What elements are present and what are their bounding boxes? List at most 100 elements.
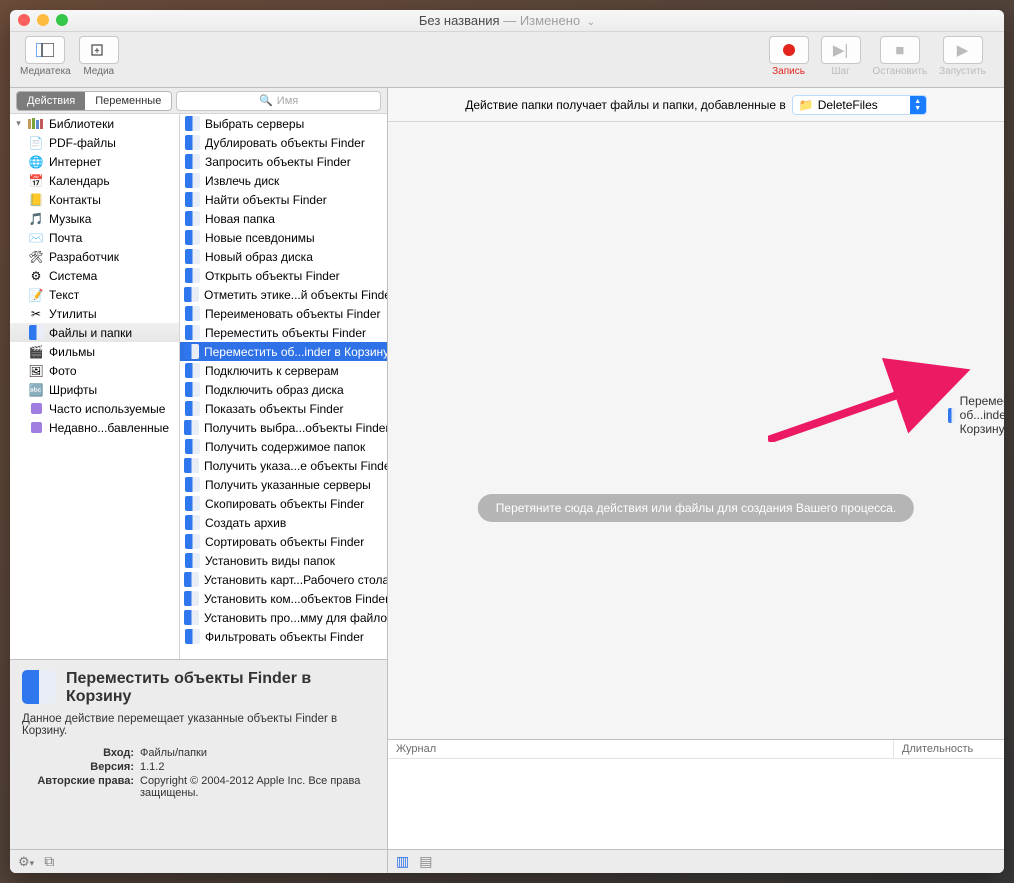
library-footer: ⚙▾ ⧉ xyxy=(10,849,387,873)
minimize-button[interactable] xyxy=(37,14,49,26)
close-button[interactable] xyxy=(18,14,30,26)
action-item[interactable]: Переименовать объекты Finder xyxy=(180,304,387,323)
folder-icon: 📁 xyxy=(799,98,814,112)
category-item[interactable]: 🖼Фото xyxy=(10,361,179,380)
action-item[interactable]: Отметить этике...й объекты Finder xyxy=(180,285,387,304)
finder-icon xyxy=(948,408,955,423)
action-item[interactable]: Новая папка xyxy=(180,209,387,228)
library-header[interactable]: ▾Библиотеки xyxy=(10,114,179,133)
library-categories[interactable]: ▾Библиотеки📄PDF-файлы🌐Интернет📅Календарь… xyxy=(10,114,180,659)
category-item[interactable]: 📅Календарь xyxy=(10,171,179,190)
layout-icon xyxy=(36,43,54,57)
record-button[interactable] xyxy=(769,36,809,64)
dragged-action[interactable]: Переместить об...inder в Корзину xyxy=(948,394,1004,436)
detail-description: Данное действие перемещает указанные объ… xyxy=(22,713,375,737)
category-item[interactable]: 🌐Интернет xyxy=(10,152,179,171)
media-icon xyxy=(91,43,107,57)
action-item[interactable]: Установить ком...объектов Finder xyxy=(180,589,387,608)
detail-row: Версия:1.1.2 xyxy=(22,761,375,773)
stop-label: Остановить xyxy=(873,66,928,77)
action-item[interactable]: Получить указа...е объекты Finder xyxy=(180,456,387,475)
view-list-icon[interactable]: ▤ xyxy=(419,853,432,870)
action-detail-pane: Переместить объекты Finder в Корзину Дан… xyxy=(10,659,387,849)
action-item[interactable]: Получить выбра...объекты Finder xyxy=(180,418,387,437)
smart-group-item[interactable]: Часто используемые xyxy=(10,399,179,418)
action-item[interactable]: Установить карт...Рабочего стола xyxy=(180,570,387,589)
workflow-footer: ▥ ▤ xyxy=(388,849,1004,873)
title-chevron-icon[interactable]: ⌄ xyxy=(587,17,595,28)
action-item[interactable]: Дублировать объекты Finder xyxy=(180,133,387,152)
log-col-journal[interactable]: Журнал xyxy=(388,740,894,758)
workflow-header: Действие папки получает файлы и папки, д… xyxy=(388,88,1004,122)
category-item[interactable]: 📄PDF-файлы xyxy=(10,133,179,152)
record-icon xyxy=(783,44,795,56)
action-item[interactable]: Найти объекты Finder xyxy=(180,190,387,209)
toolbar: Медиатека Медиа Запись ▶| Шаг ■ Останови… xyxy=(10,32,1004,88)
titlebar: Без названия — Изменено ⌄ xyxy=(10,10,1004,32)
run-button[interactable]: ▶ xyxy=(943,36,983,64)
tab-variables[interactable]: Переменные xyxy=(85,92,171,110)
maximize-button[interactable] xyxy=(56,14,68,26)
action-item[interactable]: Новый образ диска xyxy=(180,247,387,266)
window-title: Без названия — Изменено ⌄ xyxy=(419,13,595,28)
action-item[interactable]: Сортировать объекты Finder xyxy=(180,532,387,551)
mediateka-button[interactable] xyxy=(25,36,65,64)
category-item[interactable]: 📒Контакты xyxy=(10,190,179,209)
library-pane: Действия Переменные 🔍 Имя ▾Библиотеки📄PD… xyxy=(10,88,388,873)
log-pane: Журнал Длительность xyxy=(388,739,1004,849)
category-item[interactable]: ⚙Система xyxy=(10,266,179,285)
action-item[interactable]: Выбрать серверы xyxy=(180,114,387,133)
action-item[interactable]: Переместить объекты Finder xyxy=(180,323,387,342)
mediateka-label: Медиатека xyxy=(20,66,71,77)
folder-select[interactable]: 📁DeleteFiles ▲▼ xyxy=(792,95,927,115)
action-item[interactable]: Переместить об...inder в Корзину xyxy=(180,342,387,361)
action-item[interactable]: Подключить к серверам xyxy=(180,361,387,380)
workflow-canvas[interactable]: Переместить об...inder в Корзину Перетян… xyxy=(388,122,1004,739)
automator-window: Без названия — Изменено ⌄ Медиатека Меди… xyxy=(10,10,1004,873)
action-item[interactable]: Установить виды папок xyxy=(180,551,387,570)
stop-button[interactable]: ■ xyxy=(880,36,920,64)
workflow-header-text: Действие папки получает файлы и папки, д… xyxy=(465,98,786,112)
run-label: Запустить xyxy=(939,66,986,77)
log-col-duration[interactable]: Длительность xyxy=(894,740,1004,758)
action-item[interactable]: Скопировать объекты Finder xyxy=(180,494,387,513)
category-item[interactable]: 📝Текст xyxy=(10,285,179,304)
category-item[interactable]: ✉️Почта xyxy=(10,228,179,247)
category-item[interactable]: 🎵Музыка xyxy=(10,209,179,228)
actions-list[interactable]: Выбрать серверыДублировать объекты Finde… xyxy=(180,114,387,659)
media-button[interactable] xyxy=(79,36,119,64)
expand-icon[interactable]: ⧉ xyxy=(44,853,54,870)
action-item[interactable]: Создать архив xyxy=(180,513,387,532)
category-item[interactable]: 🔤Шрифты xyxy=(10,380,179,399)
library-tabs: Действия Переменные xyxy=(16,91,172,111)
detail-row: Вход:Файлы/папки xyxy=(22,747,375,759)
action-item[interactable]: Новые псевдонимы xyxy=(180,228,387,247)
action-item[interactable]: Установить про...мму для файлов xyxy=(180,608,387,627)
category-item[interactable]: 🛠Разработчик xyxy=(10,247,179,266)
action-item[interactable]: Фильтровать объекты Finder xyxy=(180,627,387,646)
search-input[interactable]: 🔍 Имя xyxy=(176,91,381,111)
action-item[interactable]: Открыть объекты Finder xyxy=(180,266,387,285)
step-button[interactable]: ▶| xyxy=(821,36,861,64)
workflow-pane: Действие папки получает файлы и папки, д… xyxy=(388,88,1004,873)
smart-group-item[interactable]: Недавно...бавленные xyxy=(10,418,179,437)
tab-actions[interactable]: Действия xyxy=(17,92,85,110)
step-label: Шаг xyxy=(831,66,849,77)
drop-hint: Перетяните сюда действия или файлы для с… xyxy=(478,494,914,522)
view-flow-icon[interactable]: ▥ xyxy=(396,853,409,870)
action-item[interactable]: Запросить объекты Finder xyxy=(180,152,387,171)
action-item[interactable]: Извлечь диск xyxy=(180,171,387,190)
search-icon: 🔍 xyxy=(259,94,273,107)
category-item[interactable]: ✂Утилиты xyxy=(10,304,179,323)
action-item[interactable]: Получить указанные серверы xyxy=(180,475,387,494)
finder-icon xyxy=(22,670,56,704)
category-item[interactable]: Файлы и папки xyxy=(10,323,179,342)
action-item[interactable]: Показать объекты Finder xyxy=(180,399,387,418)
stepper-icon: ▲▼ xyxy=(910,95,926,115)
detail-title: Переместить объекты Finder в Корзину xyxy=(66,670,375,707)
action-item[interactable]: Подключить образ диска xyxy=(180,380,387,399)
category-item[interactable]: 🎬Фильмы xyxy=(10,342,179,361)
record-label: Запись xyxy=(772,66,805,77)
gear-icon[interactable]: ⚙▾ xyxy=(18,854,34,870)
action-item[interactable]: Получить содержимое папок xyxy=(180,437,387,456)
